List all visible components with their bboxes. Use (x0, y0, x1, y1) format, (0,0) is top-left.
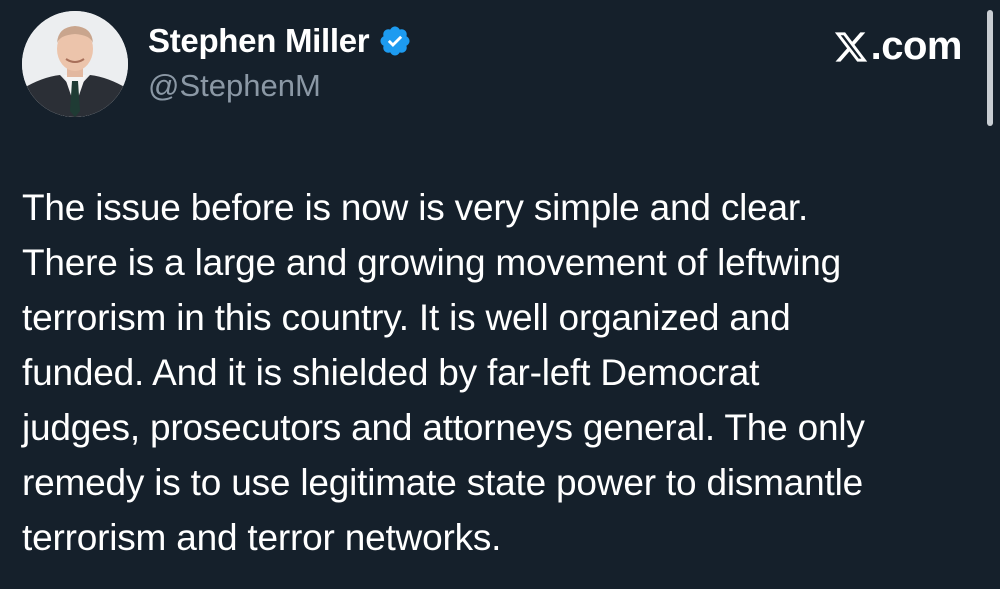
x-logo-icon (833, 29, 869, 65)
tweet-card: Stephen Miller @StephenM .com The issue … (0, 0, 1000, 589)
source-domain-label: .com (870, 24, 963, 68)
verified-badge-icon[interactable] (378, 24, 412, 58)
tweet-body-text: The issue before is now is very simple a… (22, 187, 865, 558)
author-handle[interactable]: @StephenM (148, 68, 321, 104)
source-brand: .com (833, 24, 963, 69)
author-name-row: Stephen Miller (148, 20, 412, 62)
avatar[interactable] (22, 11, 128, 117)
avatar-portrait-icon (22, 11, 128, 117)
scrollbar-thumb[interactable] (987, 10, 993, 126)
display-name[interactable]: Stephen Miller (148, 22, 370, 60)
